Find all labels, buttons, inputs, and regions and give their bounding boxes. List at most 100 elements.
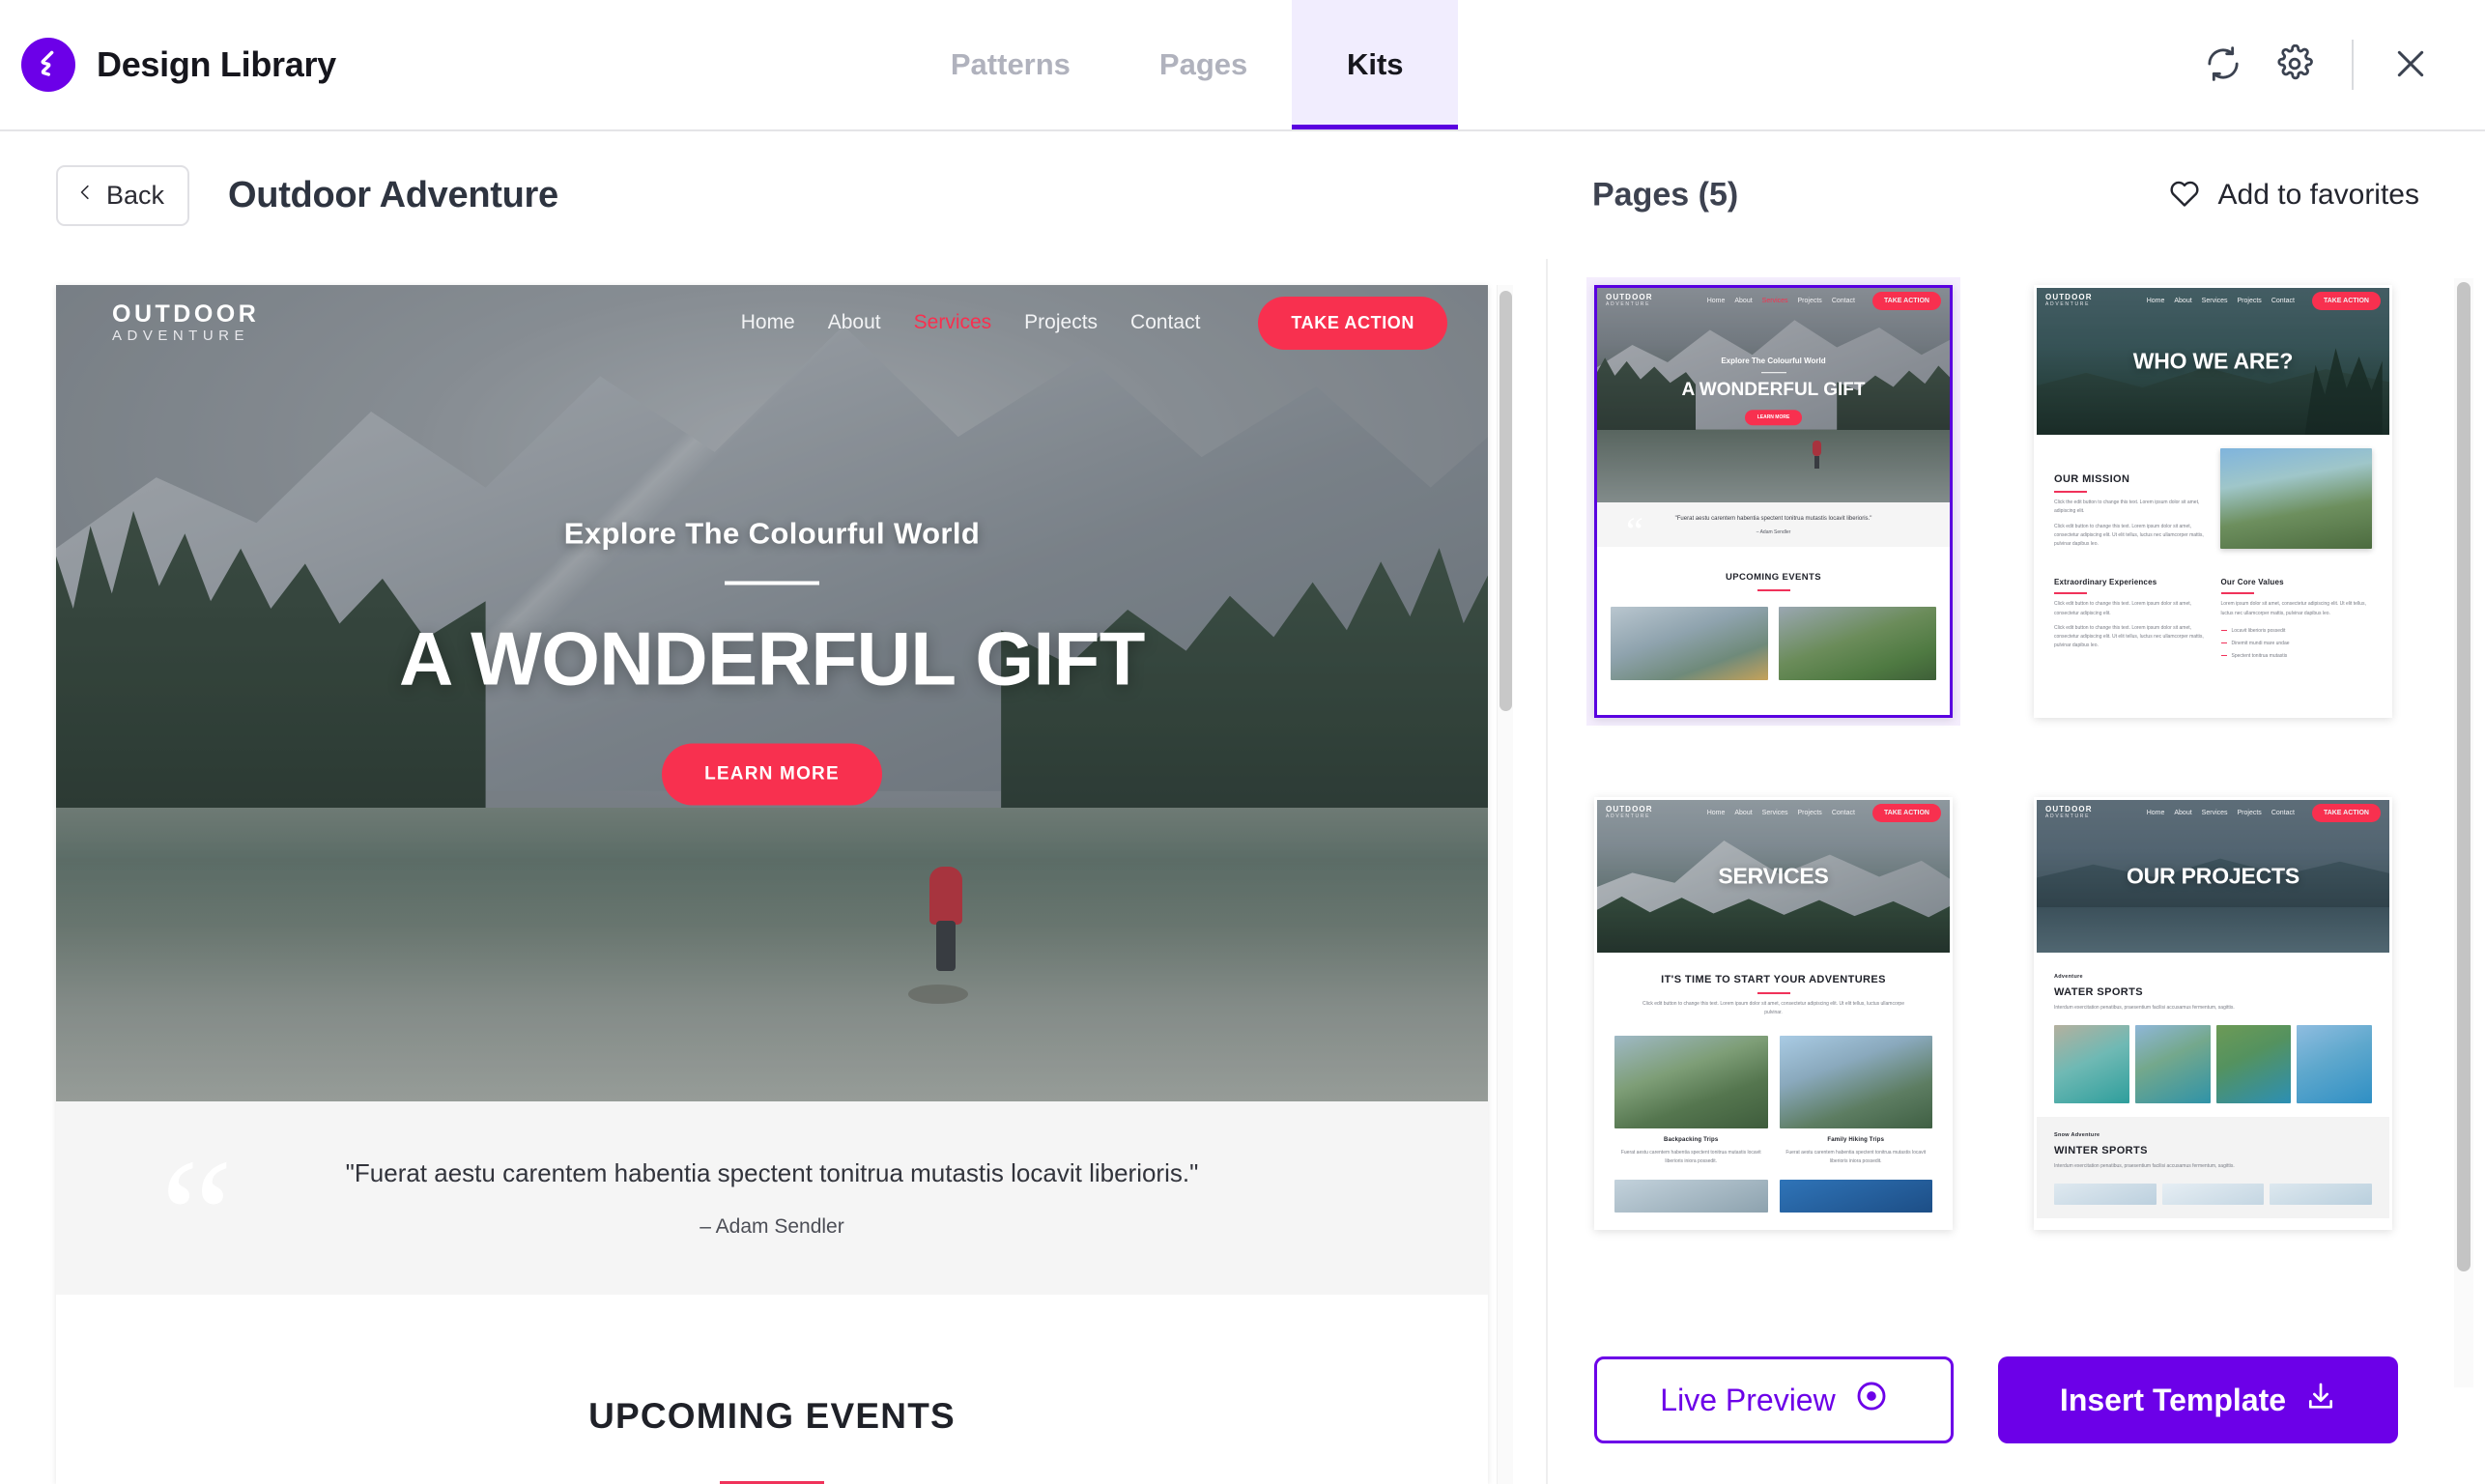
preview-nav-home[interactable]: Home	[741, 311, 795, 334]
preview-learn-more-button[interactable]: LEARN MORE	[662, 743, 882, 806]
add-to-favorites-button[interactable]: Add to favorites	[2168, 178, 2419, 213]
thumb3-card-image-3	[1614, 1180, 1768, 1213]
thumb1-nav-links: Home About Services Projects Contact TAK…	[1706, 291, 1941, 310]
settings-button[interactable]	[2259, 29, 2330, 100]
thumb2-sub2: Our Core Values Lorem ipsum dolor sit am…	[2220, 578, 2373, 659]
thumb1-hero-button: LEARN MORE	[1744, 410, 1803, 426]
app-header: Design Library Patterns Pages Kits	[0, 0, 2485, 131]
pages-panel-scrollbar-thumb[interactable]	[2457, 282, 2471, 1271]
thumb4-section-body-2: Interdum exercitation penatibus, praesen…	[2054, 1163, 2235, 1170]
preview-quote-section: “ "Fuerat aestu carentem habentia specte…	[56, 1101, 1488, 1298]
thumb3-hero: OUTDOOR ADVENTURE Home About Services Pr…	[1597, 800, 1950, 953]
thumb2-hero: OUTDOOR ADVENTURE Home About Services Pr…	[2037, 288, 2389, 435]
thumb3-cta: TAKE ACTION	[1871, 803, 1941, 822]
thumb1-hero: OUTDOOR ADVENTURE Home About Services Pr…	[1597, 288, 1950, 502]
thumb3-cards: Backpacking Trips Fuerat aestu carentem …	[1614, 1035, 1932, 1167]
thumb4-gallery-image-2	[2134, 1025, 2211, 1104]
thumb4-logo-line2: ADVENTURE	[2045, 813, 2091, 820]
thumb2-sub-row: Extraordinary Experiences Click edit but…	[2054, 578, 2372, 659]
preview-nav-contact[interactable]: Contact	[1130, 311, 1200, 334]
thumb4-winter-image-1	[2054, 1183, 2157, 1205]
thumb1-event-card-1	[1611, 607, 1768, 680]
sub-header: Back Outdoor Adventure Pages (5) Add to …	[0, 131, 2485, 259]
page-title: Outdoor Adventure	[228, 174, 558, 215]
thumb2-sub2-divider	[2220, 592, 2254, 595]
page-thumbnail-about[interactable]: OUTDOOR ADVENTURE Home About Services Pr…	[2034, 285, 2392, 718]
thumb2-sub2-title: Our Core Values	[2220, 578, 2284, 587]
pages-panel-scrollbar-track[interactable]	[2454, 278, 2473, 1387]
thumb2-nav-home: Home	[2146, 297, 2165, 304]
thumb3-section-body: Click edit button to change this text. L…	[1642, 1001, 1904, 1016]
thumb2-sub1-body: Click edit button to change this text. L…	[2054, 601, 2192, 616]
thumb1-quote-text: "Fuerat aestu carentem habentia spectent…	[1674, 516, 1872, 522]
preview-site-logo-line2: ADVENTURE	[112, 327, 250, 344]
thumb2-mission-body2: Click edit button to change this text. L…	[2054, 523, 2204, 548]
lightning-bolt-icon	[21, 38, 75, 92]
refresh-button[interactable]	[2187, 29, 2259, 100]
thumb3-nav-links: Home About Services Projects Contact TAK…	[1707, 803, 1941, 822]
preview-take-action-button[interactable]: TAKE ACTION	[1258, 296, 1447, 350]
thumb1-event-cards	[1611, 607, 1936, 680]
close-icon	[2391, 44, 2430, 86]
thumb4-nav-contact: Contact	[2271, 809, 2295, 816]
gear-icon	[2275, 43, 2314, 86]
back-button[interactable]: Back	[56, 164, 190, 226]
thumb4-hero-title: OUR PROJECTS	[2126, 863, 2300, 889]
thumb2-mission-col: OUR MISSION Click the edit button to cha…	[2054, 448, 2207, 549]
preview-site-logo-line1: OUTDOOR	[112, 300, 260, 328]
thumb4-nav-home: Home	[2146, 809, 2165, 816]
header-divider	[2352, 40, 2354, 90]
preview-scrollbar-thumb[interactable]	[1500, 291, 1512, 711]
chevron-left-icon	[76, 180, 95, 212]
thumb3-logo-line2: ADVENTURE	[1606, 813, 1651, 820]
app-title: Design Library	[97, 44, 336, 84]
thumb2-mission-divider	[2054, 491, 2087, 493]
thumb4-nav-about: About	[2174, 809, 2192, 816]
thumb4-winter-image-2	[2161, 1183, 2265, 1205]
preview-nav-services[interactable]: Services	[914, 311, 992, 334]
thumb2-mission-image	[2219, 448, 2372, 549]
tab-pages[interactable]: Pages	[1115, 0, 1292, 129]
thumb2-list-item: Locavit liberioris possedit	[2220, 628, 2373, 634]
thumb2-logo-line1: OUTDOOR	[2045, 292, 2093, 301]
page-thumbnail-projects[interactable]: OUTDOOR ADVENTURE Home About Services Pr…	[2034, 797, 2392, 1230]
thumb1-event-image-2	[1779, 607, 1936, 680]
thumb3-card-1: Backpacking Trips Fuerat aestu carentem …	[1614, 1035, 1768, 1167]
page-thumbnail-home[interactable]: OUTDOOR ADVENTURE Home About Services Pr…	[1594, 285, 1953, 718]
template-preview[interactable]: OUTDOOR ADVENTURE Home About Services Pr…	[56, 285, 1488, 1484]
insert-template-button[interactable]: Insert Template	[1998, 1356, 2398, 1443]
live-preview-button[interactable]: Live Preview	[1594, 1356, 1954, 1443]
thumb3-nav-services: Services	[1761, 809, 1788, 816]
thumb1-nav-services: Services	[1761, 297, 1788, 304]
thumb1-events: UPCOMING EVENTS	[1597, 547, 1950, 680]
thumb1-event-card-2	[1779, 607, 1936, 680]
thumb2-sub2-body: Lorem ipsum dolor sit amet, consectetur …	[2220, 601, 2366, 616]
thumb2-body: OUR MISSION Click the edit button to cha…	[2037, 435, 2389, 672]
thumb1-hero-content: Explore The Colourful World A WONDERFUL …	[1597, 357, 1950, 426]
preview-site-logo: OUTDOOR ADVENTURE	[85, 301, 259, 344]
thumb1-logo: OUTDOOR ADVENTURE	[1606, 293, 1653, 307]
preview-scrollbar-track[interactable]	[1497, 285, 1513, 1484]
thumb3-card-image-2	[1779, 1035, 1932, 1128]
tab-kits[interactable]: Kits	[1292, 0, 1459, 129]
pages-count-label: Pages (5)	[1592, 176, 1739, 214]
add-to-favorites-label: Add to favorites	[2217, 179, 2419, 211]
preview-nav-projects[interactable]: Projects	[1024, 311, 1098, 334]
thumb4-gallery-image-1	[2054, 1025, 2129, 1104]
download-icon	[2305, 1381, 2336, 1419]
thumb2-nav-links: Home About Services Projects Contact TAK…	[2146, 291, 2381, 310]
thumb4-logo-line1: OUTDOOR	[2045, 804, 2093, 813]
thumb1-nav-home: Home	[1706, 297, 1726, 304]
tab-patterns[interactable]: Patterns	[906, 0, 1115, 129]
preview-site-nav: OUTDOOR ADVENTURE Home About Services Pr…	[56, 285, 1488, 360]
page-thumbnail-services[interactable]: OUTDOOR ADVENTURE Home About Services Pr…	[1594, 797, 1953, 1230]
brand: Design Library	[0, 0, 336, 129]
thumb1-nav-projects: Projects	[1797, 297, 1822, 304]
close-button[interactable]	[2375, 29, 2446, 100]
preview-nav-about[interactable]: About	[828, 311, 881, 334]
thumb4-section-title-1: WATER SPORTS	[2054, 986, 2143, 998]
thumb1-hero-title: A WONDERFUL GIFT	[1681, 380, 1866, 401]
thumb3-logo: OUTDOOR ADVENTURE	[1606, 804, 1653, 820]
dash-icon	[2220, 630, 2227, 632]
thumb3-logo-line1: OUTDOOR	[1606, 804, 1653, 813]
